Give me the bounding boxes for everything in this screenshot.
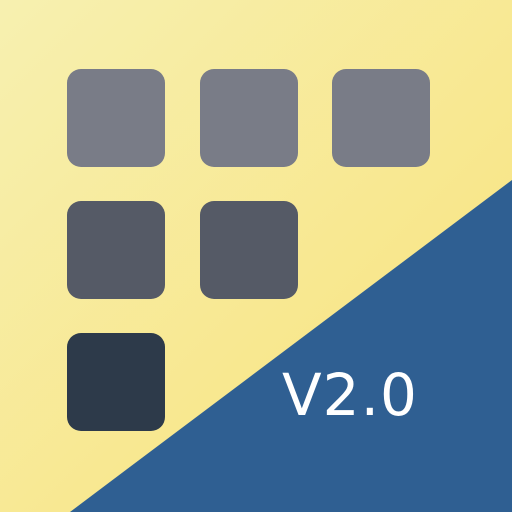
app-icon: V2.0 [0,0,512,512]
grid-tile-3 [332,69,430,167]
grid-tile-6 [67,333,165,431]
grid-tile-4 [67,201,165,299]
grid-tile-5 [200,201,298,299]
version-label: V2.0 [282,361,418,429]
grid-tile-2 [200,69,298,167]
grid-tile-1 [67,69,165,167]
